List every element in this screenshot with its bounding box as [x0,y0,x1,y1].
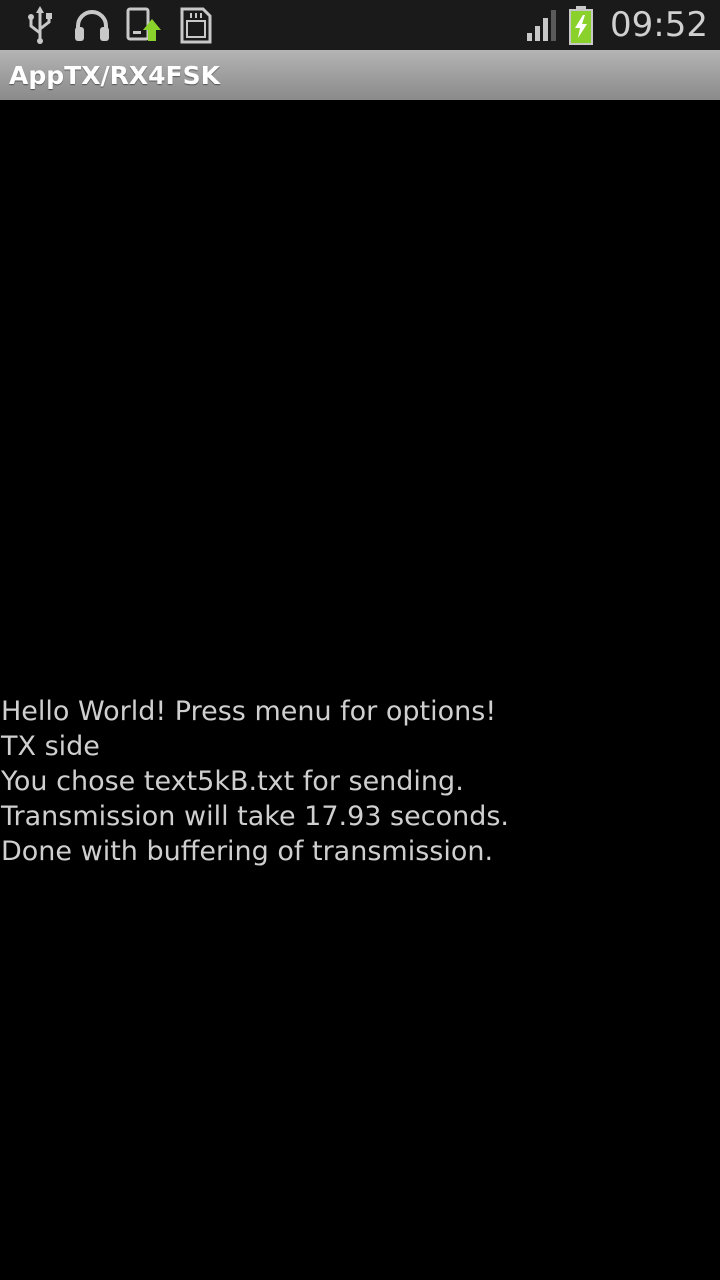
log-line: TX side [1,731,100,762]
sd-card-icon [176,5,216,45]
main-content: Hello World! Press menu for options! TX … [0,100,720,1280]
notification-icons[interactable] [20,5,526,45]
battery-charging-icon [568,5,594,45]
status-bar[interactable]: 09:52 [0,0,720,50]
app-title: AppTX/RX4FSK [9,60,220,90]
usb-icon [20,5,60,45]
sync-upload-icon [124,5,164,45]
log-line: Transmission will take 17.93 seconds. [1,801,509,832]
headphones-icon [72,5,112,45]
status-log: Hello World! Press menu for options! TX … [1,694,716,869]
system-icons[interactable]: 09:52 [526,5,708,45]
title-bar: AppTX/RX4FSK [0,50,720,100]
log-line: Hello World! Press menu for options! [1,696,497,727]
clock: 09:52 [610,5,708,45]
log-line: You chose text5kB.txt for sending. [1,766,464,797]
log-line: Done with buffering of transmission. [1,836,494,867]
signal-icon [526,8,560,42]
app-screen: 09:52 AppTX/RX4FSK Hello World! Press me… [0,0,720,1280]
